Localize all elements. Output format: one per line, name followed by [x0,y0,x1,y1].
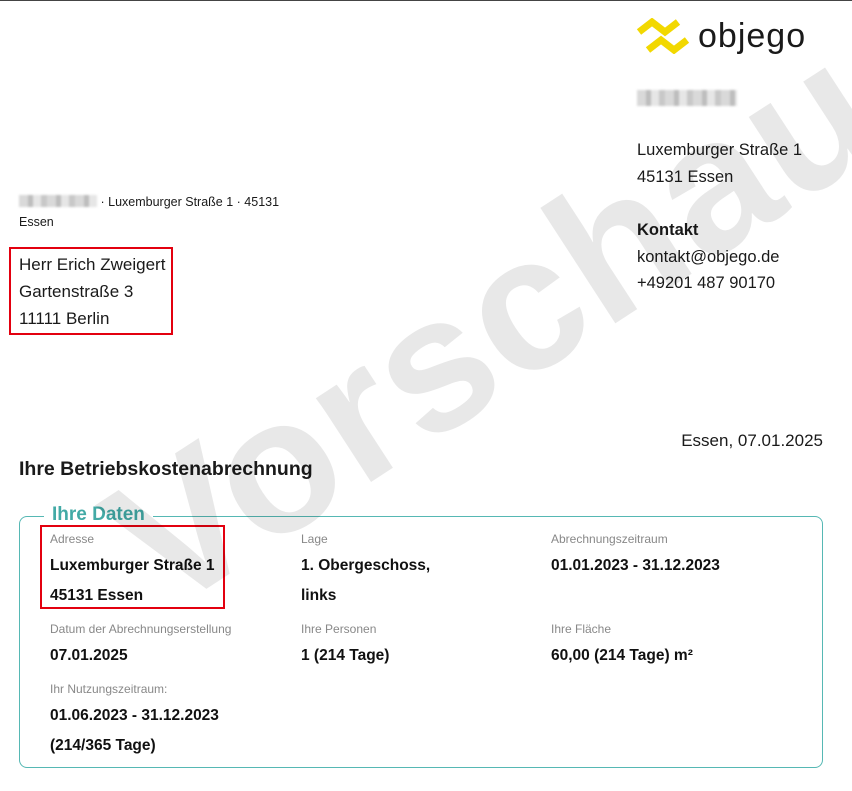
sender-contact: Kontakt kontakt@objego.de +49201 487 901… [637,217,779,297]
field-value: (214/365 Tage) [50,737,156,754]
ihre-daten-panel: Ihre Daten Adresse Luxemburger Straße 1 … [19,502,823,768]
objego-logo: objego [636,16,806,56]
date-line: Essen, 07.01.2025 [681,431,823,450]
contact-heading: Kontakt [637,221,699,239]
field-value: 60,00 (214 Tage) m² [551,647,693,664]
recipient-name: Herr Erich Zweigert [19,255,166,274]
contact-email: kontakt@objego.de [637,247,780,266]
field-usage: Ihr Nutzungszeitraum: 01.06.2023 - 31.12… [50,681,219,761]
recipient-address: Herr Erich Zweigert Gartenstraße 3 11111… [19,251,165,332]
recipient-city: 11111 Berlin [19,309,110,328]
contact-phone: +49201 487 90170 [637,274,776,292]
return-name-redacted [19,195,97,207]
sender-name-redacted [637,90,737,111]
field-label: Ihr Nutzungszeitraum: [50,682,168,696]
field-label: Lage [301,532,328,546]
field-label: Ihre Personen [301,622,377,636]
field-value: 01.01.2023 - 31.12.2023 [551,557,720,574]
return-address-text: · Luxemburger Straße 1 · 45131 [100,195,280,209]
field-area: Ihre Fläche 60,00 (214 Tage) m² [551,621,693,671]
top-border [0,0,852,1]
field-value: 1 (214 Tage) [301,647,390,664]
sender-address: Luxemburger Straße 1 45131 Essen [637,137,802,190]
return-address-city: Essen [19,215,54,229]
field-persons: Ihre Personen 1 (214 Tage) [301,621,389,671]
logo-text: objego [698,17,807,55]
document-title: Ihre Betriebskostenabrechnung [19,458,313,480]
objego-logo-icon [636,18,690,54]
sender-city: 45131 Essen [637,167,734,186]
field-created: Datum der Abrechnungserstellung 07.01.20… [50,621,231,671]
field-value: links [301,587,337,604]
field-period: Abrechnungszeitraum 01.01.2023 - 31.12.2… [551,531,720,581]
recipient-street: Gartenstraße 3 [19,282,134,301]
field-label: Abrechnungszeitraum [551,532,668,546]
sender-street: Luxemburger Straße 1 [637,141,803,159]
address-highlight [40,525,225,609]
return-address-line: · Luxemburger Straße 1 · 45131 Essen [19,192,309,232]
field-label: Datum der Abrechnungserstellung [50,622,232,636]
field-label: Ihre Fläche [551,622,612,636]
field-value: 1. Obergeschoss, [301,557,431,574]
field-value: 01.06.2023 - 31.12.2023 [50,707,219,724]
field-value: 07.01.2025 [50,647,128,664]
field-location: Lage 1. Obergeschoss, links [301,531,430,611]
